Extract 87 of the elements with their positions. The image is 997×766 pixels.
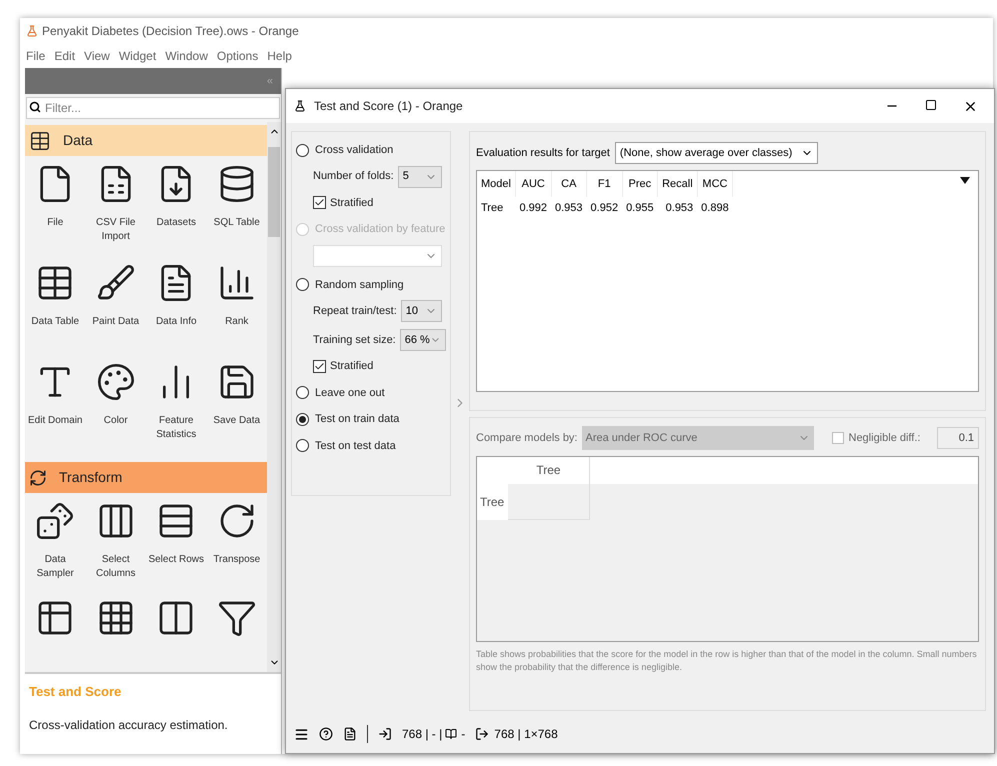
table-cell: 0.898 <box>697 197 733 219</box>
flask-icon <box>294 100 306 112</box>
negligible-checkbox[interactable]: Negligible diff.: <box>832 430 920 446</box>
scrollbar[interactable] <box>267 122 281 672</box>
help-icon[interactable] <box>319 727 333 741</box>
negligible-field[interactable]: 0.1 <box>937 427 979 449</box>
widget-tile[interactable]: Edit Domain <box>25 360 86 459</box>
menu-item[interactable]: Widget <box>118 47 156 65</box>
app-logo-icon <box>26 25 38 37</box>
widget-tile[interactable]: CSV File Import <box>86 162 146 261</box>
refresh-icon <box>29 468 47 486</box>
target-label: Evaluation results for target <box>476 146 610 161</box>
widget-tile[interactable]: File <box>25 162 86 261</box>
widget-tile[interactable]: Color <box>86 360 146 459</box>
column-header[interactable]: AUC <box>515 171 551 197</box>
widget-tile[interactable]: Save Data <box>206 360 267 459</box>
widget-description: Cross-validation accuracy estimation. <box>29 716 229 734</box>
menu-item[interactable]: File <box>26 47 46 65</box>
book-icon <box>445 728 458 740</box>
dice-icon <box>35 501 76 541</box>
menu-item[interactable]: View <box>84 47 110 65</box>
column-header[interactable]: F1 <box>586 171 622 197</box>
table-cell: 0.952 <box>586 197 622 219</box>
output-icon <box>475 727 490 741</box>
field-label: Repeat train/test: <box>313 304 397 319</box>
table-cell: 0.953 <box>551 197 587 219</box>
widget-tile[interactable]: Select Rows <box>146 499 206 598</box>
column-header[interactable]: Model <box>477 171 516 197</box>
row-header: Tree <box>477 484 508 520</box>
widget-tile[interactable]: Datasets <box>146 162 206 261</box>
report-icon[interactable] <box>343 727 357 741</box>
category-header[interactable]: Data <box>25 125 267 156</box>
dropdown[interactable]: 66 % <box>400 329 446 351</box>
window-title: Test and Score (1) - Orange <box>314 98 463 115</box>
compare-dropdown[interactable]: Area under ROC curve <box>582 426 814 450</box>
input-icon <box>378 727 392 741</box>
table-cell: 0.955 <box>622 197 658 219</box>
input-extra: - <box>461 726 466 743</box>
checkbox[interactable]: Stratified <box>296 358 446 374</box>
field-label: Training set size: <box>313 332 396 348</box>
table-icon <box>29 130 51 152</box>
radio-option[interactable]: Test on test data <box>296 438 446 454</box>
dropdown-triangle-icon[interactable] <box>960 177 970 184</box>
table-cell: 0.992 <box>515 197 551 219</box>
radio-option[interactable]: Test on train data <box>296 411 446 428</box>
radio-option[interactable]: Leave one out <box>296 384 446 401</box>
check-icon <box>314 360 325 372</box>
menu-item[interactable]: Window <box>165 47 208 65</box>
window-title: Penyakit Diabetes (Decision Tree).ows - Orange <box>42 23 299 40</box>
checkbox[interactable]: Stratified <box>296 194 446 211</box>
column-header[interactable]: Prec <box>622 171 658 197</box>
widget-tile[interactable]: Data Sampler <box>25 499 86 598</box>
input-summary: 768 | - | <box>402 726 442 743</box>
widget-tile[interactable]: Feature Statistics <box>146 360 206 459</box>
widget-description-title: Test and Score <box>29 683 122 701</box>
field-label: Number of folds: <box>313 169 394 184</box>
target-dropdown[interactable]: (None, show average over classes) <box>614 142 818 164</box>
menu-item[interactable]: Options <box>216 47 258 65</box>
widget-tile[interactable]: Rank <box>206 261 267 360</box>
column-header[interactable]: CA <box>551 171 587 197</box>
column-header[interactable]: Recall <box>658 171 698 197</box>
widget-tile[interactable]: SQL Table <box>206 162 267 261</box>
maximize-icon[interactable] <box>925 98 937 110</box>
menu-item[interactable]: Edit <box>54 47 76 65</box>
column-header[interactable]: MCC <box>697 171 733 197</box>
compare-label: Compare models by: <box>476 430 578 446</box>
palette-icon <box>96 362 136 402</box>
widget-tile[interactable]: Data Info <box>146 261 206 360</box>
scroll-thumb[interactable] <box>268 147 280 237</box>
note-text: Table shows probabilities that the score for the model in the row is higher than that of the model in the column. Small numbers show the probability that the difference is negligible. <box>476 648 978 674</box>
dropdown[interactable]: 5 <box>398 166 442 188</box>
search-icon <box>29 101 41 113</box>
widget-tile[interactable]: Transpose <box>206 499 267 598</box>
menu-item[interactable]: Help <box>267 47 292 65</box>
table-cell: Tree <box>477 197 516 219</box>
widget-tile[interactable]: Data Table <box>25 261 86 360</box>
widget-tile[interactable]: Paint Data <box>86 261 146 360</box>
radio-option[interactable]: Random sampling <box>296 276 446 293</box>
widget-tile[interactable]: Select Columns <box>86 499 146 598</box>
filter-field[interactable]: Filter... <box>26 97 280 119</box>
table-cell: 0.953 <box>658 197 698 219</box>
menu-icon[interactable] <box>294 726 309 742</box>
column-header: Tree <box>508 457 590 484</box>
dropdown[interactable]: 10 <box>400 300 442 322</box>
radio-option[interactable]: Cross validation <box>296 142 446 158</box>
category-header[interactable]: Transform <box>25 462 267 493</box>
output-summary: 768 | 1×768 <box>494 726 558 743</box>
